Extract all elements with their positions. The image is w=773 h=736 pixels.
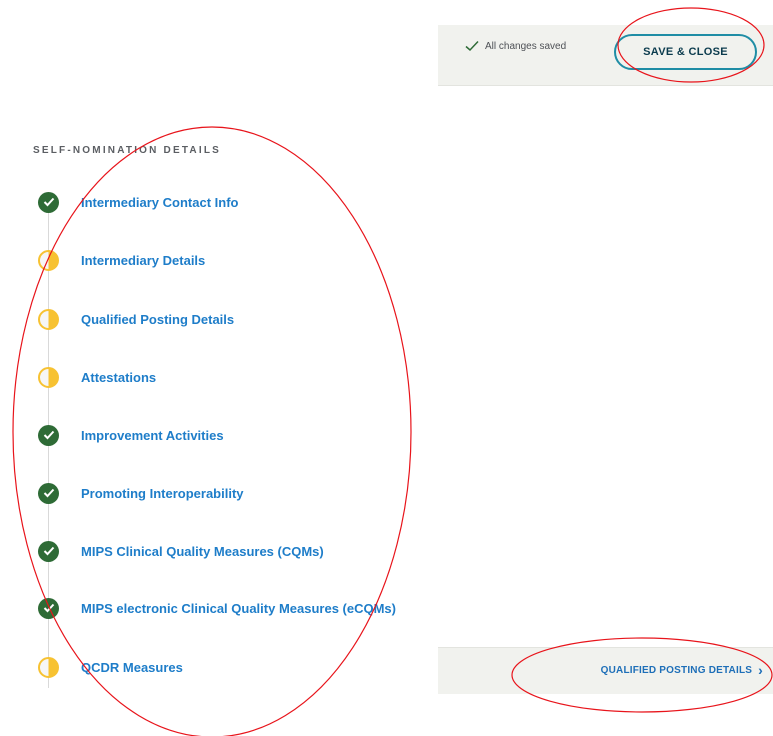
complete-check-icon — [38, 597, 59, 619]
save-status-text: All changes saved — [485, 40, 567, 52]
complete-check-icon — [38, 424, 59, 446]
save-and-close-button[interactable]: SAVE & CLOSE — [614, 34, 757, 70]
nav-item-intermediary-details[interactable]: Intermediary Details — [38, 249, 205, 271]
complete-check-icon — [38, 191, 59, 213]
nav-item-mips-ecqms[interactable]: MIPS electronic Clinical Quality Measure… — [38, 597, 396, 619]
next-section-label: QUALIFIED POSTING DETAILS — [600, 664, 753, 676]
complete-check-icon — [38, 540, 59, 562]
nav-item-label: QCDR Measures — [81, 659, 183, 675]
nav-item-label: Improvement Activities — [81, 427, 224, 443]
partial-half-circle-icon — [38, 656, 59, 678]
top-action-bar: All changes saved SAVE & CLOSE — [438, 25, 773, 86]
save-status: All changes saved — [465, 40, 566, 52]
nav-item-label: Intermediary Details — [81, 252, 206, 268]
nav-item-promoting-interoperability[interactable]: Promoting Interoperability — [38, 482, 244, 504]
partial-half-circle-icon — [38, 366, 59, 388]
nav-item-label: Attestations — [81, 369, 157, 385]
nav-item-qualified-posting-details[interactable]: Qualified Posting Details — [38, 308, 234, 330]
bottom-nav-bar: QUALIFIED POSTING DETAILS › — [438, 647, 773, 694]
chevron-right-icon: › — [758, 662, 763, 678]
nav-item-label: Qualified Posting Details — [81, 311, 235, 327]
nav-item-improvement-activities[interactable]: Improvement Activities — [38, 424, 224, 446]
checkmark-icon — [465, 40, 479, 52]
nav-item-label: MIPS electronic Clinical Quality Measure… — [81, 600, 396, 616]
partial-half-circle-icon — [38, 249, 59, 271]
section-title: SELF-NOMINATION DETAILS — [33, 145, 221, 156]
nav-item-label: MIPS Clinical Quality Measures (CQMs) — [81, 543, 324, 559]
nav-item-attestations[interactable]: Attestations — [38, 366, 156, 388]
nav-item-qcdr-measures[interactable]: QCDR Measures — [38, 656, 183, 678]
next-section-link[interactable]: QUALIFIED POSTING DETAILS › — [601, 662, 763, 678]
nav-item-mips-cqms[interactable]: MIPS Clinical Quality Measures (CQMs) — [38, 540, 324, 562]
partial-half-circle-icon — [38, 308, 59, 330]
nav-item-label: Intermediary Contact Info — [81, 194, 239, 210]
nav-item-label: Promoting Interoperability — [81, 485, 244, 501]
complete-check-icon — [38, 482, 59, 504]
nav-item-intermediary-contact-info[interactable]: Intermediary Contact Info — [38, 191, 238, 213]
